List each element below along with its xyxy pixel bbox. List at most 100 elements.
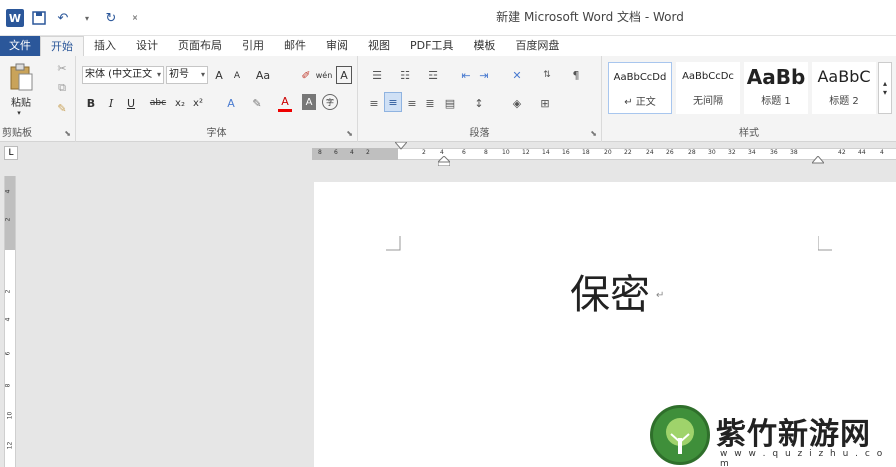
redo-icon[interactable]: ↻ xyxy=(102,9,120,27)
paragraph-launcher-icon[interactable]: ⬊ xyxy=(590,129,597,138)
ruler-number: 36 xyxy=(770,149,778,156)
bullets-icon[interactable]: ☰ xyxy=(366,66,388,84)
chinese-layout-icon[interactable]: ✕ xyxy=(506,66,528,84)
align-right-icon[interactable]: ≡ xyxy=(404,94,420,112)
borders-icon[interactable]: ⊞ xyxy=(534,94,556,112)
align-center-icon[interactable]: ≡ xyxy=(384,92,402,112)
style-no-spacing[interactable]: AaBbCcDc 无间隔 xyxy=(676,62,740,114)
char-shading-button[interactable]: A xyxy=(302,94,316,110)
paragraph-group-label: 段落 xyxy=(469,128,490,139)
show-marks-icon[interactable]: ¶ xyxy=(568,66,584,84)
ruler-number: 4 xyxy=(350,149,354,156)
clipboard-group: 粘贴 ▾ ✂ ⧉ ✎ 剪贴板 ⬊ xyxy=(0,56,76,142)
tab-selector[interactable]: L xyxy=(4,146,18,160)
tab-templates[interactable]: 模板 xyxy=(463,36,505,56)
vertical-ruler: 4 2 2 4 6 8 10 12 xyxy=(4,176,16,467)
copy-icon[interactable]: ⧉ xyxy=(54,80,70,96)
style-sample: AaBbC xyxy=(817,67,871,86)
tab-page-layout[interactable]: 页面布局 xyxy=(168,36,232,56)
char-border-button[interactable]: A xyxy=(336,66,352,84)
tab-pdf-tools[interactable]: PDF工具 xyxy=(400,36,463,56)
hanging-indent-marker[interactable] xyxy=(438,156,450,166)
save-icon[interactable] xyxy=(30,9,48,27)
text-effects-button[interactable]: A xyxy=(224,94,238,112)
ruler-number: 30 xyxy=(708,149,716,156)
first-line-indent-marker[interactable] xyxy=(395,142,407,150)
style-name: ↵ 正文 xyxy=(624,97,656,108)
styles-group: AaBbCcDd ↵ 正文 AaBbCcDc 无间隔 AaBb 标题 1 AaB… xyxy=(602,56,896,142)
ruler-number: 6 xyxy=(462,149,466,156)
bold-button[interactable]: B xyxy=(84,94,98,112)
grow-font-button[interactable]: A xyxy=(212,66,226,84)
align-left-icon[interactable]: ≡ xyxy=(366,94,382,112)
tab-mailings[interactable]: 邮件 xyxy=(274,36,316,56)
vertical-ruler-number: 4 xyxy=(4,317,12,322)
enclose-char-button[interactable]: 字 xyxy=(322,94,338,110)
change-case-button[interactable]: Aa xyxy=(252,66,274,84)
italic-button[interactable]: I xyxy=(104,94,118,112)
underline-button[interactable]: U xyxy=(124,94,138,112)
strikethrough-button[interactable]: abc xyxy=(146,94,170,112)
distributed-icon[interactable]: ▤ xyxy=(442,94,458,112)
font-size-select[interactable]: 初号 ▾ xyxy=(166,66,208,84)
paste-button[interactable]: 粘贴 xyxy=(4,94,38,109)
tab-insert[interactable]: 插入 xyxy=(84,36,126,56)
customize-icon[interactable]: ⩙ xyxy=(126,9,144,27)
highlight-icon[interactable]: ✎ xyxy=(248,94,266,112)
style-heading-1[interactable]: AaBb 标题 1 xyxy=(744,62,808,114)
ruler-number: 8 xyxy=(484,149,488,156)
paste-icon[interactable] xyxy=(6,60,36,94)
subscript-button[interactable]: x₂ xyxy=(172,94,188,112)
styles-scroll-icon[interactable]: ▴ ▾ xyxy=(878,62,892,114)
style-name: 标题 2 xyxy=(829,96,859,107)
ruler-number: 22 xyxy=(624,149,632,156)
line-spacing-icon[interactable]: ↕ xyxy=(468,94,490,112)
ruler-number: 42 xyxy=(838,149,846,156)
tab-references[interactable]: 引用 xyxy=(232,36,274,56)
ruler-number: 12 xyxy=(522,149,530,156)
multilevel-list-icon[interactable]: ☲ xyxy=(422,66,444,84)
ruler-number: 4 xyxy=(880,149,884,156)
clear-format-icon[interactable]: ✐ xyxy=(298,66,314,84)
tab-home[interactable]: 开始 xyxy=(40,36,84,56)
numbering-icon[interactable]: ☷ xyxy=(394,66,416,84)
shrink-font-button[interactable]: A xyxy=(230,68,244,84)
dropdown-icon[interactable]: ▾ xyxy=(78,9,96,27)
ruler-number: 44 xyxy=(858,149,866,156)
font-name-value: 宋体 (中文正文 xyxy=(85,69,153,80)
sort-icon[interactable]: ⇅ xyxy=(538,66,556,84)
increase-indent-icon[interactable]: ⇥ xyxy=(476,66,492,84)
tab-file[interactable]: 文件 xyxy=(0,36,40,56)
shading-icon[interactable]: ◈ xyxy=(506,94,528,112)
site-watermark: 紫竹新游网 w w w . q u z i z h u . c o m xyxy=(650,405,896,467)
tab-view[interactable]: 视图 xyxy=(358,36,400,56)
ruler-number: 2 xyxy=(422,149,426,156)
ribbon: 粘贴 ▾ ✂ ⧉ ✎ 剪贴板 ⬊ 宋体 (中文正文 ▾ 初号 ▾ A A Aa ✐ … xyxy=(0,56,896,142)
tab-review[interactable]: 审阅 xyxy=(316,36,358,56)
paste-dropdown-icon[interactable]: ▾ xyxy=(14,108,24,118)
font-launcher-icon[interactable]: ⬊ xyxy=(346,129,353,138)
justify-icon[interactable]: ≣ xyxy=(422,94,438,112)
tab-design[interactable]: 设计 xyxy=(126,36,168,56)
format-painter-icon[interactable]: ✎ xyxy=(54,100,70,116)
quick-access-toolbar: W ↶ ▾ ↻ ⩙ xyxy=(0,0,144,36)
phonetic-guide-button[interactable]: wén xyxy=(316,66,333,84)
margin-corner-top-left xyxy=(386,236,401,251)
style-normal[interactable]: AaBbCcDd ↵ 正文 xyxy=(608,62,672,114)
tree-logo-icon xyxy=(650,405,710,465)
document-heading[interactable]: 保密 xyxy=(570,262,650,320)
cut-icon[interactable]: ✂ xyxy=(54,60,70,76)
font-name-select[interactable]: 宋体 (中文正文 ▾ xyxy=(82,66,164,84)
vertical-ruler-number: 6 xyxy=(4,351,12,356)
tab-baidu-netdisk[interactable]: 百度网盘 xyxy=(505,36,569,56)
ruler-number: 6 xyxy=(334,149,338,156)
style-heading-2[interactable]: AaBbC 标题 2 xyxy=(812,62,876,114)
clipboard-launcher-icon[interactable]: ⬊ xyxy=(64,129,71,138)
vertical-ruler-number: 4 xyxy=(4,189,12,194)
superscript-button[interactable]: x² xyxy=(190,94,206,112)
font-group-label: 字体 xyxy=(206,128,227,139)
font-color-button[interactable]: A xyxy=(278,94,292,112)
decrease-indent-icon[interactable]: ⇤ xyxy=(458,66,474,84)
undo-icon[interactable]: ↶ xyxy=(54,9,72,27)
right-indent-marker[interactable] xyxy=(812,156,824,164)
